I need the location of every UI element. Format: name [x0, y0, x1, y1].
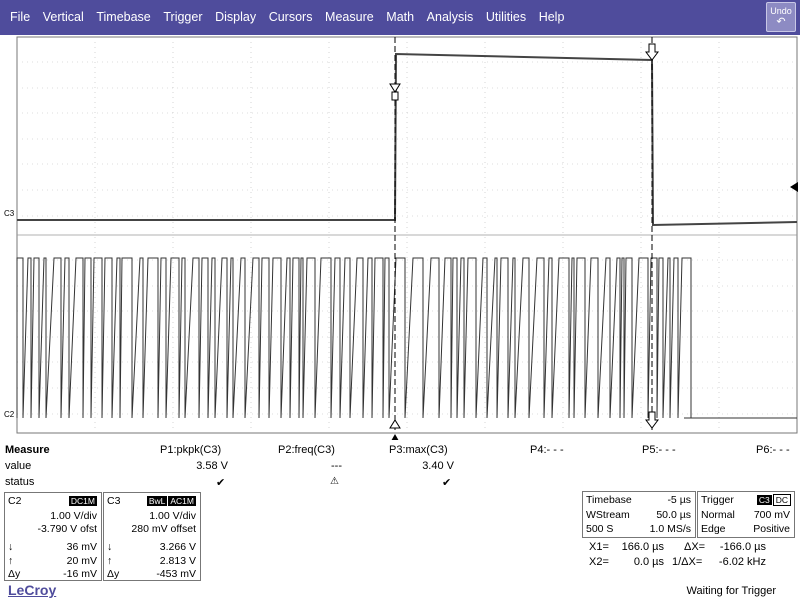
c2-dy-label: Δy: [8, 568, 21, 580]
c3-up-val: 2.813 V: [159, 555, 196, 567]
c2-coupling-badge: DC1M: [68, 496, 97, 506]
measure-value-label: value: [5, 460, 32, 472]
c3-dy-val: -453 mV: [156, 568, 196, 580]
c3-vdiv: 1.00 V/div: [149, 510, 196, 522]
c3-trace-label: C3: [4, 209, 15, 218]
p1-value: 3.58 V: [196, 460, 228, 472]
c3-dy-label: Δy: [107, 568, 120, 580]
cursor-x2-value: 0.0 µs: [633, 556, 664, 568]
c2-offset: -3.790 V ofst: [37, 523, 97, 535]
c2-dy-val: -16 mV: [63, 568, 97, 580]
p2-name[interactable]: P2:freq(C3): [278, 444, 335, 456]
warning-icon: ⚠: [330, 476, 339, 487]
cursor-dx-label: ΔX=: [684, 541, 706, 553]
p2-value: ---: [331, 460, 342, 472]
timebase-label: Timebase: [586, 494, 632, 506]
waveform-display[interactable]: [0, 0, 800, 440]
timebase-mode: WStream: [586, 509, 630, 521]
cursor-inv-label: 1/ΔX=: [672, 556, 703, 568]
c3-coupling-badge: BwL AC1M: [146, 496, 196, 506]
trigger-label: Trigger: [701, 494, 734, 506]
down-arrow-icon: ↓: [8, 541, 14, 553]
timebase-box[interactable]: Timebase -5 µs WStream 50.0 µs 500 S 1.0…: [582, 491, 696, 538]
p3-value: 3.40 V: [422, 460, 454, 472]
c3-offset: 280 mV offset: [131, 523, 196, 535]
c2-down-val: 36 mV: [66, 541, 97, 553]
trigger-slope: Positive: [753, 523, 790, 535]
acquisition-status: Waiting for Trigger: [686, 585, 776, 597]
trigger-box[interactable]: Trigger C3 DC Normal 700 mV Edge Positive: [697, 491, 795, 538]
p5-name[interactable]: P5:- - -: [642, 444, 676, 456]
cursor-x2-label: X2=: [589, 556, 609, 568]
p6-name[interactable]: P6:- - -: [756, 444, 790, 456]
trigger-position-icon: [391, 434, 399, 440]
timebase-tdiv: 50.0 µs: [656, 509, 691, 521]
cursor-inv-value: -6.02 kHz: [718, 556, 766, 568]
timebase-samples: 500 S: [586, 523, 614, 535]
c2-up-val: 20 mV: [66, 555, 97, 567]
cursor-dx-value: -166.0 µs: [719, 541, 766, 553]
down-arrow-icon: ↓: [107, 541, 113, 553]
check-icon: ✔: [442, 477, 452, 489]
c3-channel-box[interactable]: C3 BwL AC1M 1.00 V/div 280 mV offset ↓ 3.…: [103, 492, 201, 581]
trigger-source-badge: C3 DC: [756, 494, 791, 506]
p3-name[interactable]: P3:max(C3): [389, 444, 448, 456]
c3-name: C3: [107, 495, 121, 507]
check-icon: ✔: [216, 477, 226, 489]
c2-trace-label: C2: [4, 410, 15, 419]
c3-down-val: 3.266 V: [159, 541, 196, 553]
p4-name[interactable]: P4:- - -: [530, 444, 564, 456]
cursor-x1-value: 166.0 µs: [621, 541, 664, 553]
p1-name[interactable]: P1:pkpk(C3): [160, 444, 221, 456]
up-arrow-icon: ↑: [107, 555, 113, 567]
c2-vdiv: 1.00 V/div: [50, 510, 97, 522]
trigger-level: 700 mV: [753, 509, 790, 521]
measure-title: Measure: [5, 444, 50, 456]
cursor-x1-label: X1=: [589, 541, 609, 553]
cursor-x2-marker-icon: [389, 83, 401, 101]
up-arrow-icon: ↑: [8, 555, 14, 567]
timebase-delay: -5 µs: [667, 494, 691, 506]
measure-status-label: status: [5, 476, 35, 488]
trigger-type: Edge: [701, 523, 726, 535]
c2-channel-box[interactable]: C2 DC1M 1.00 V/div -3.790 V ofst ↓ 36 mV…: [4, 492, 102, 581]
c2-name: C2: [8, 495, 22, 507]
lecroy-logo: LeCroy: [8, 582, 57, 598]
timebase-rate: 1.0 MS/s: [649, 523, 691, 535]
trigger-mode: Normal: [701, 509, 735, 521]
